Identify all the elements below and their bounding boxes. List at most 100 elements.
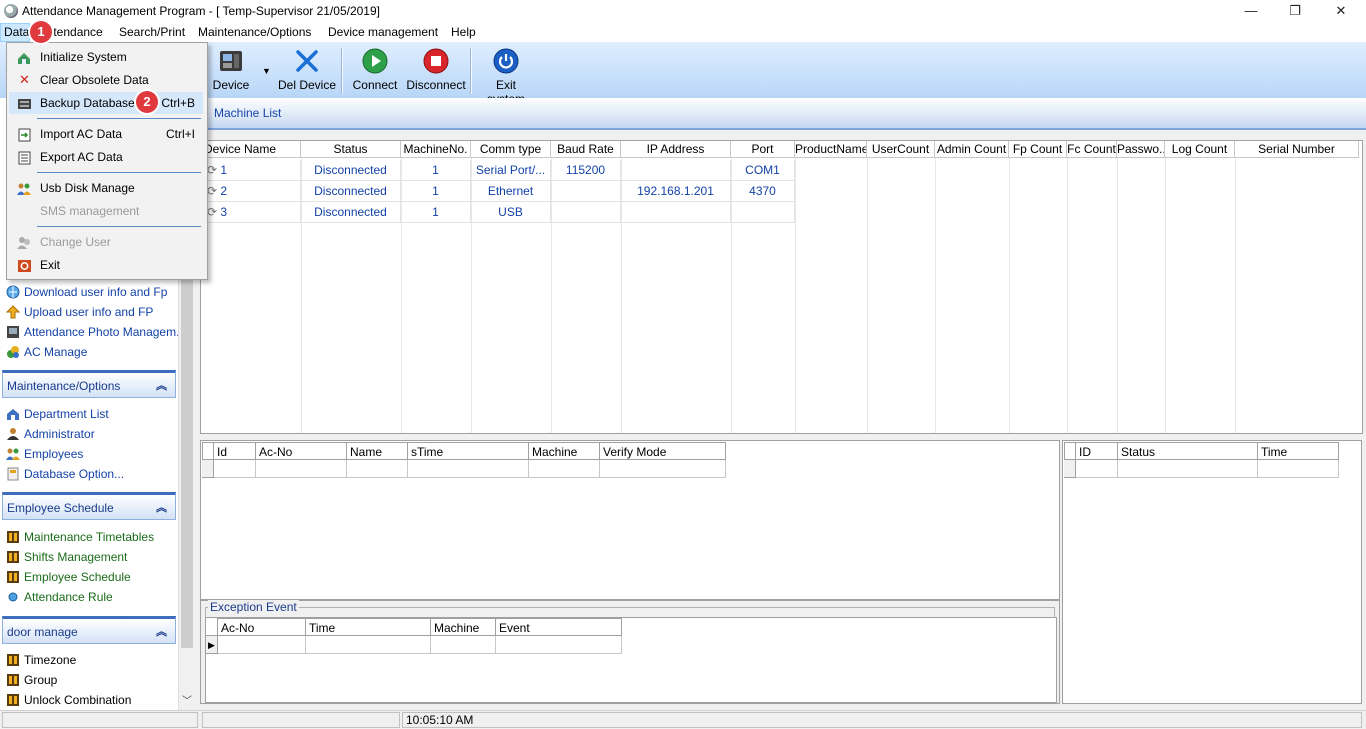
col-user-count[interactable]: UserCount	[867, 141, 935, 158]
menu-import-ac-data[interactable]: Import AC Data Ctrl+I	[9, 123, 203, 145]
device-button[interactable]: Device	[206, 46, 256, 96]
menu-data[interactable]: Data	[4, 25, 29, 39]
grid-cell[interactable]	[347, 460, 408, 478]
grid-cell[interactable]	[1258, 460, 1339, 478]
status-bar: 10:05:10 AM	[0, 710, 1366, 729]
menu-search-print[interactable]: Search/Print	[119, 25, 185, 39]
connect-button[interactable]: Connect	[350, 46, 400, 96]
col-id[interactable]: Id	[214, 442, 256, 460]
nav-ac-manage[interactable]: AC Manage	[6, 344, 87, 362]
grid-cell[interactable]	[431, 636, 496, 654]
disconnect-button[interactable]: Disconnect	[406, 46, 466, 96]
menu-initialize-system[interactable]: Initialize System	[9, 46, 203, 68]
col-time[interactable]: Time	[306, 618, 431, 636]
stop-icon	[423, 48, 449, 74]
col-baud-rate[interactable]: Baud Rate	[551, 141, 621, 158]
menu-export-ac-data[interactable]: Export AC Data	[9, 146, 203, 168]
nav-attendance-rule[interactable]: Attendance Rule	[6, 589, 113, 607]
grid-cell[interactable]	[600, 460, 726, 478]
grid-cell[interactable]	[306, 636, 431, 654]
col-product-name[interactable]: ProductName	[795, 141, 867, 158]
nav-administrator[interactable]: Administrator	[6, 426, 95, 444]
col-ip-address[interactable]: IP Address	[621, 141, 731, 158]
col-id[interactable]: ID	[1076, 442, 1118, 460]
menu-usb-disk-manage[interactable]: Usb Disk Manage	[9, 177, 203, 199]
col-status[interactable]: Status	[301, 141, 401, 158]
grid-cell[interactable]	[1118, 460, 1258, 478]
col-fp-count[interactable]: Fp Count	[1009, 141, 1067, 158]
menu-sms-management[interactable]: SMS management	[9, 200, 203, 222]
del-device-button[interactable]: Del Device	[276, 46, 338, 96]
col-comm-type[interactable]: Comm type	[471, 141, 551, 158]
col-machine[interactable]: Machine	[431, 618, 496, 636]
col-time[interactable]: Time	[1258, 442, 1339, 460]
col-ac-no[interactable]: Ac-No	[256, 442, 347, 460]
col-machine[interactable]: Machine	[529, 442, 600, 460]
collapse-chevron-icon[interactable]: ︽	[156, 377, 167, 393]
grid-cell[interactable]	[496, 636, 622, 654]
nav-department-list[interactable]: Department List	[6, 406, 109, 424]
menu-change-user[interactable]: Change User	[9, 231, 203, 253]
col-event[interactable]: Event	[496, 618, 622, 636]
status-panel-middle	[202, 712, 400, 728]
nav-maintenance-timetables[interactable]: Maintenance Timetables	[6, 529, 154, 547]
baud-rate-cell	[551, 181, 621, 202]
grid-cell[interactable]	[256, 460, 347, 478]
grid-cell[interactable]	[529, 460, 600, 478]
device-name-cell: ⟳ 2	[201, 181, 301, 202]
minimize-button[interactable]: —	[1228, 0, 1274, 22]
exception-event-grid: Ac-No Time Machine Event ▶	[205, 617, 1057, 703]
col-verify-mode[interactable]: Verify Mode	[600, 442, 726, 460]
nav-upload-user-info[interactable]: Upload user info and FP	[5, 304, 153, 322]
initialize-icon	[17, 50, 32, 64]
col-stime[interactable]: sTime	[408, 442, 529, 460]
maximize-button[interactable]: ❐	[1272, 0, 1318, 22]
col-name[interactable]: Name	[347, 442, 408, 460]
nav-shifts-management[interactable]: Shifts Management	[6, 549, 127, 567]
nav-employee-schedule[interactable]: Employee Schedule	[6, 569, 131, 587]
menu-clear-obsolete-data[interactable]: ✕ Clear Obsolete Data	[9, 69, 203, 91]
col-log-count[interactable]: Log Count	[1165, 141, 1235, 158]
nav-attendance-photo[interactable]: Attendance Photo Managem...	[6, 324, 186, 342]
nav-download-user-info[interactable]: Download user info and Fp	[6, 284, 167, 302]
col-status[interactable]: Status	[1118, 442, 1258, 460]
section-door-manage[interactable]: door manage ︽	[2, 616, 176, 644]
col-serial-number[interactable]: Serial Number	[1235, 141, 1359, 158]
menu-maintenance-options[interactable]: Maintenance/Options	[198, 25, 311, 39]
nav-group[interactable]: Group	[6, 672, 57, 690]
section-maintenance-options[interactable]: Maintenance/Options ︽	[2, 370, 176, 398]
table-row[interactable]: ⟳ 3 Disconnected 1 USB	[201, 202, 1359, 223]
col-admin-count[interactable]: Admin Count	[935, 141, 1009, 158]
col-device-name[interactable]: Device Name	[201, 141, 301, 158]
collapse-chevron-icon[interactable]: ︽	[156, 623, 167, 639]
nav-timezone[interactable]: Timezone	[6, 652, 76, 670]
col-machine-no[interactable]: MachineNo.	[401, 141, 471, 158]
col-fc-count[interactable]: Fc Count	[1067, 141, 1117, 158]
device-name-cell: ⟳ 3	[201, 202, 301, 223]
device-dropdown-arrow-icon[interactable]: ▼	[262, 66, 271, 76]
col-password[interactable]: Passwo...	[1117, 141, 1165, 158]
grid-cell[interactable]	[1076, 460, 1118, 478]
step-badge-2: 2	[136, 91, 158, 113]
table-row[interactable]: ⟳ 1 Disconnected 1 Serial Port/... 11520…	[201, 160, 1359, 181]
nav-database-option[interactable]: Database Option...	[6, 466, 124, 484]
grid-cell[interactable]	[214, 460, 256, 478]
col-port[interactable]: Port	[731, 141, 795, 158]
grid-cell[interactable]	[408, 460, 529, 478]
exit-system-button[interactable]: Exit system	[476, 46, 536, 106]
menu-exit[interactable]: Exit	[9, 254, 203, 276]
collapse-chevron-icon[interactable]: ︽	[156, 499, 167, 515]
menu-device-management[interactable]: Device management	[328, 25, 438, 39]
close-button[interactable]: ✕	[1318, 0, 1364, 22]
table-row[interactable]: ⟳ 2 Disconnected 1 Ethernet 192.168.1.20…	[201, 181, 1359, 202]
menu-help[interactable]: Help	[451, 25, 476, 39]
refresh-icon: ⟳	[207, 205, 218, 219]
menu-backup-database[interactable]: Backup Database Ctrl+B	[9, 92, 203, 114]
scroll-down-arrow-icon[interactable]: ﹀	[182, 692, 192, 707]
nav-employees[interactable]: Employees	[6, 446, 83, 464]
grid-cell[interactable]	[218, 636, 306, 654]
nav-unlock-combination[interactable]: Unlock Combination	[6, 692, 131, 710]
status-panel-left	[2, 712, 198, 728]
section-employee-schedule[interactable]: Employee Schedule ︽	[2, 492, 176, 520]
col-ac-no[interactable]: Ac-No	[218, 618, 306, 636]
